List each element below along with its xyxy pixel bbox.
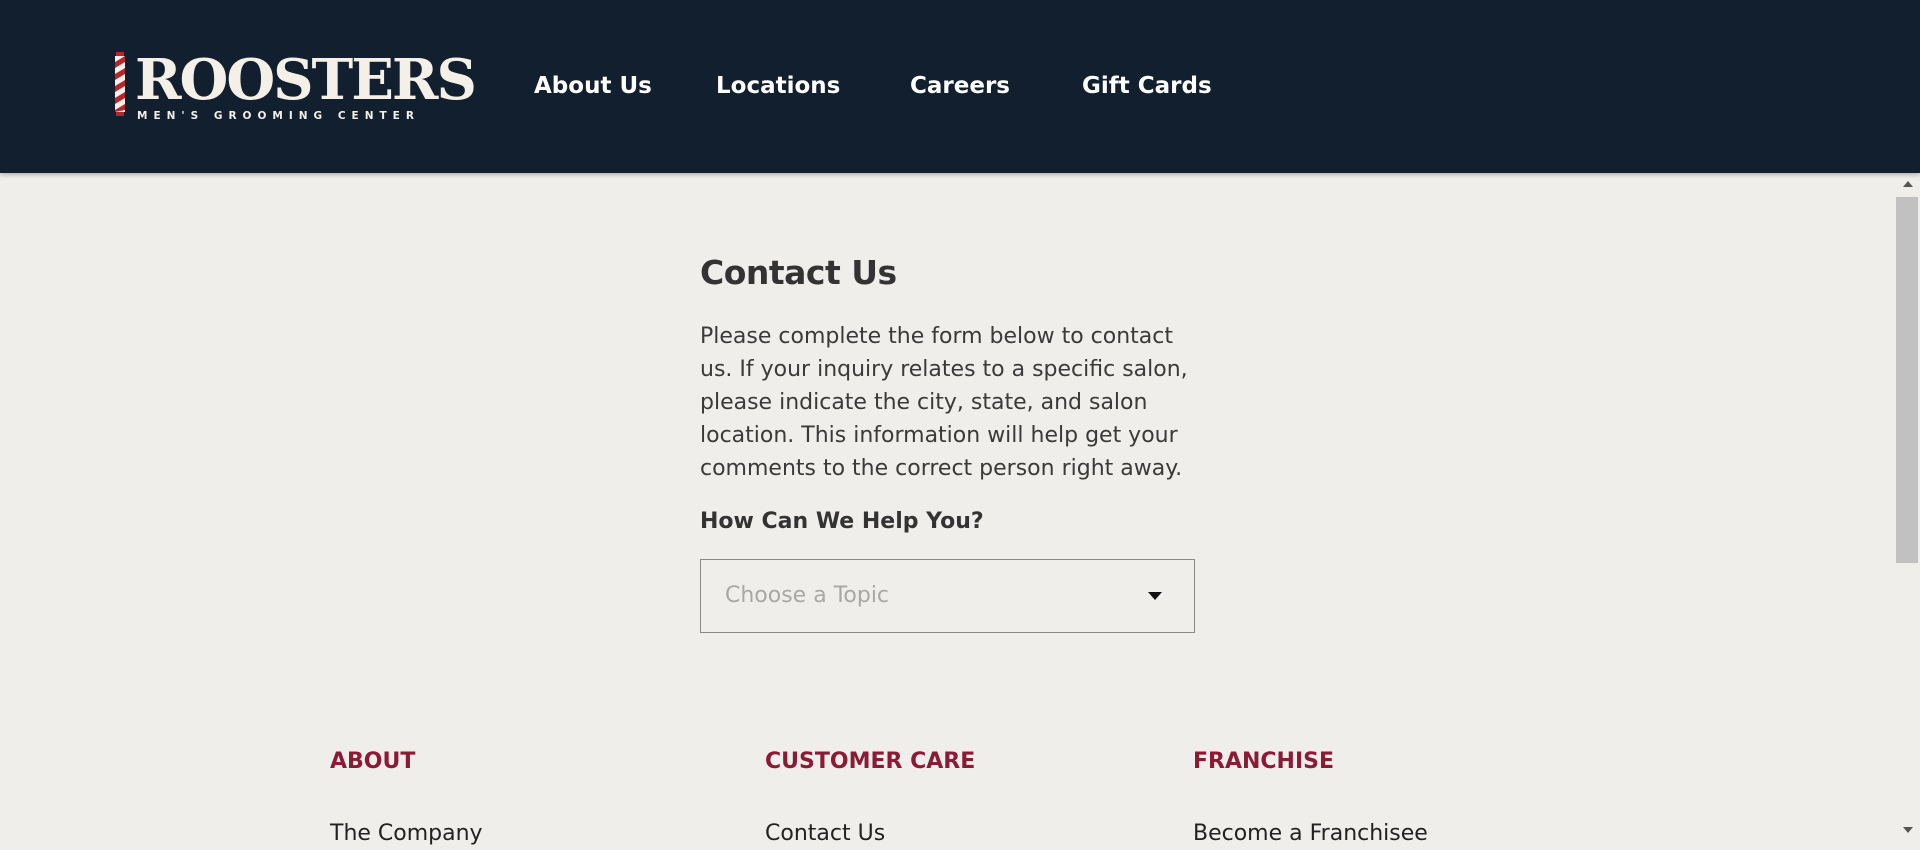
topic-select[interactable]: Choose a Topic [700,559,1195,633]
nav-about-us[interactable]: About Us [534,70,652,102]
help-label: How Can We Help You? [700,509,984,534]
footer-link-contact-us[interactable]: Contact Us [765,818,975,850]
logo-tagline: MEN'S GROOMING CENTER [137,110,420,122]
page-scrollbar[interactable] [1895,173,1920,839]
intro-text: Please complete the form below to contac… [700,324,1188,481]
barber-pole-icon [115,52,125,116]
footer-heading-about: ABOUT [330,749,416,774]
footer-column-customer-care: CUSTOMER CARE Contact Us [765,746,975,850]
chevron-down-icon [1148,592,1162,600]
scroll-up-arrow-icon[interactable] [1903,181,1913,187]
footer-column-franchise: FRANCHISE Become a Franchisee [1193,746,1428,850]
site-header: ROOSTERS MEN'S GROOMING CENTER About Us … [0,0,1920,173]
scrollbar-thumb[interactable] [1896,197,1918,563]
footer-heading-franchise: FRANCHISE [1193,749,1335,774]
contact-section: Contact Us Please complete the form belo… [700,250,1200,633]
scroll-down-arrow-icon[interactable] [1903,827,1913,833]
footer-column-about: ABOUT The Company [330,746,483,850]
footer-link-the-company[interactable]: The Company [330,818,483,850]
nav-gift-cards[interactable]: Gift Cards [1082,70,1212,102]
footer-link-become-a-franchisee[interactable]: Become a Franchisee [1193,818,1428,850]
nav-careers[interactable]: Careers [910,70,1010,102]
roosters-logo[interactable]: ROOSTERS MEN'S GROOMING CENTER [113,50,477,124]
topic-select-placeholder: Choose a Topic [725,583,890,608]
page-title: Contact Us [700,253,897,292]
footer-heading-customer-care: CUSTOMER CARE [765,749,976,774]
nav-locations[interactable]: Locations [716,70,840,102]
logo-wordmark: ROOSTERS [135,47,477,113]
